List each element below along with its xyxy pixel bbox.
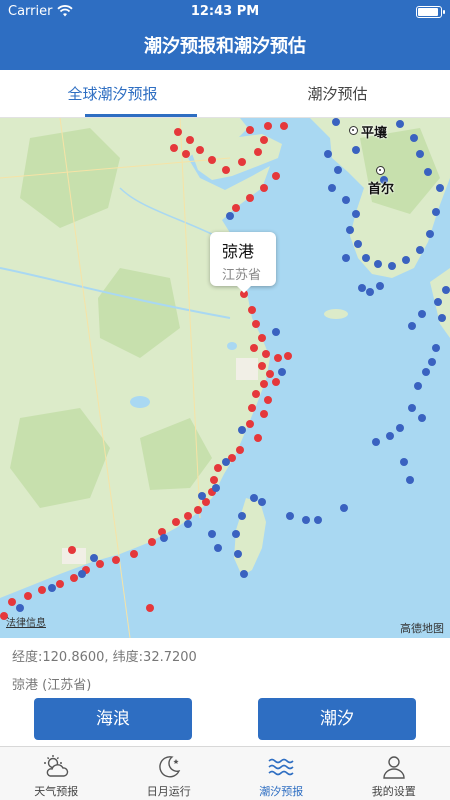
page-title: 潮汐预报和潮汐预估 <box>0 24 450 70</box>
tabbar-item-sun-moon[interactable]: 日月运行 <box>113 747 226 800</box>
tabbar-item-weather[interactable]: 天气预报 <box>0 747 113 800</box>
popup-province: 江苏省 <box>222 268 262 283</box>
moon-icon <box>158 756 180 778</box>
tide-button[interactable]: 潮汐 <box>258 698 416 740</box>
location-text: 弶港 (江苏省) <box>12 678 92 693</box>
city-label-seoul: 首尔 <box>368 182 395 197</box>
segment-tabs: 全球潮汐预报 潮汐预估 <box>0 70 450 118</box>
coordinates-text: 经度:120.8600, 纬度:32.7200 <box>12 650 197 665</box>
tabbar-label: 天气预报 <box>34 785 79 798</box>
weather-icon <box>44 755 69 777</box>
tide-station-map[interactable]: 平壤 首尔 弶港 江苏省 法律信息 高德地图 <box>0 118 450 638</box>
legal-info-link[interactable]: 法律信息 <box>6 614 46 629</box>
status-time: 12:43 PM <box>190 4 260 19</box>
waves-icon <box>268 758 294 776</box>
tabbar-label: 潮汐预报 <box>259 785 304 798</box>
city-marker-icon <box>376 166 385 175</box>
tabbar-item-tide[interactable]: 潮汐预报 <box>225 747 338 800</box>
station-popup[interactable]: 弶港 江苏省 <box>210 232 276 293</box>
city-marker-icon <box>349 126 358 135</box>
city-label-pyongyang: 平壤 <box>361 126 388 141</box>
tab-indicator <box>85 114 197 117</box>
tab-global-tide-forecast[interactable]: 全球潮汐预报 <box>0 70 225 118</box>
status-bar: Carrier 12:43 PM <box>0 0 450 24</box>
tab-tide-estimate[interactable]: 潮汐预估 <box>225 70 450 118</box>
popup-station-name: 弶港 <box>222 242 255 261</box>
map-provider-logo: 高德地图 <box>400 622 444 635</box>
user-icon <box>382 756 405 779</box>
bottom-tab-bar: 天气预报 日月运行 潮汐预报 我的设置 <box>0 746 450 800</box>
wave-button[interactable]: 海浪 <box>34 698 192 740</box>
tabbar-label: 我的设置 <box>371 785 416 798</box>
battery-icon <box>416 6 445 18</box>
tabbar-label: 日月运行 <box>146 785 191 798</box>
tabbar-item-settings[interactable]: 我的设置 <box>338 747 450 800</box>
